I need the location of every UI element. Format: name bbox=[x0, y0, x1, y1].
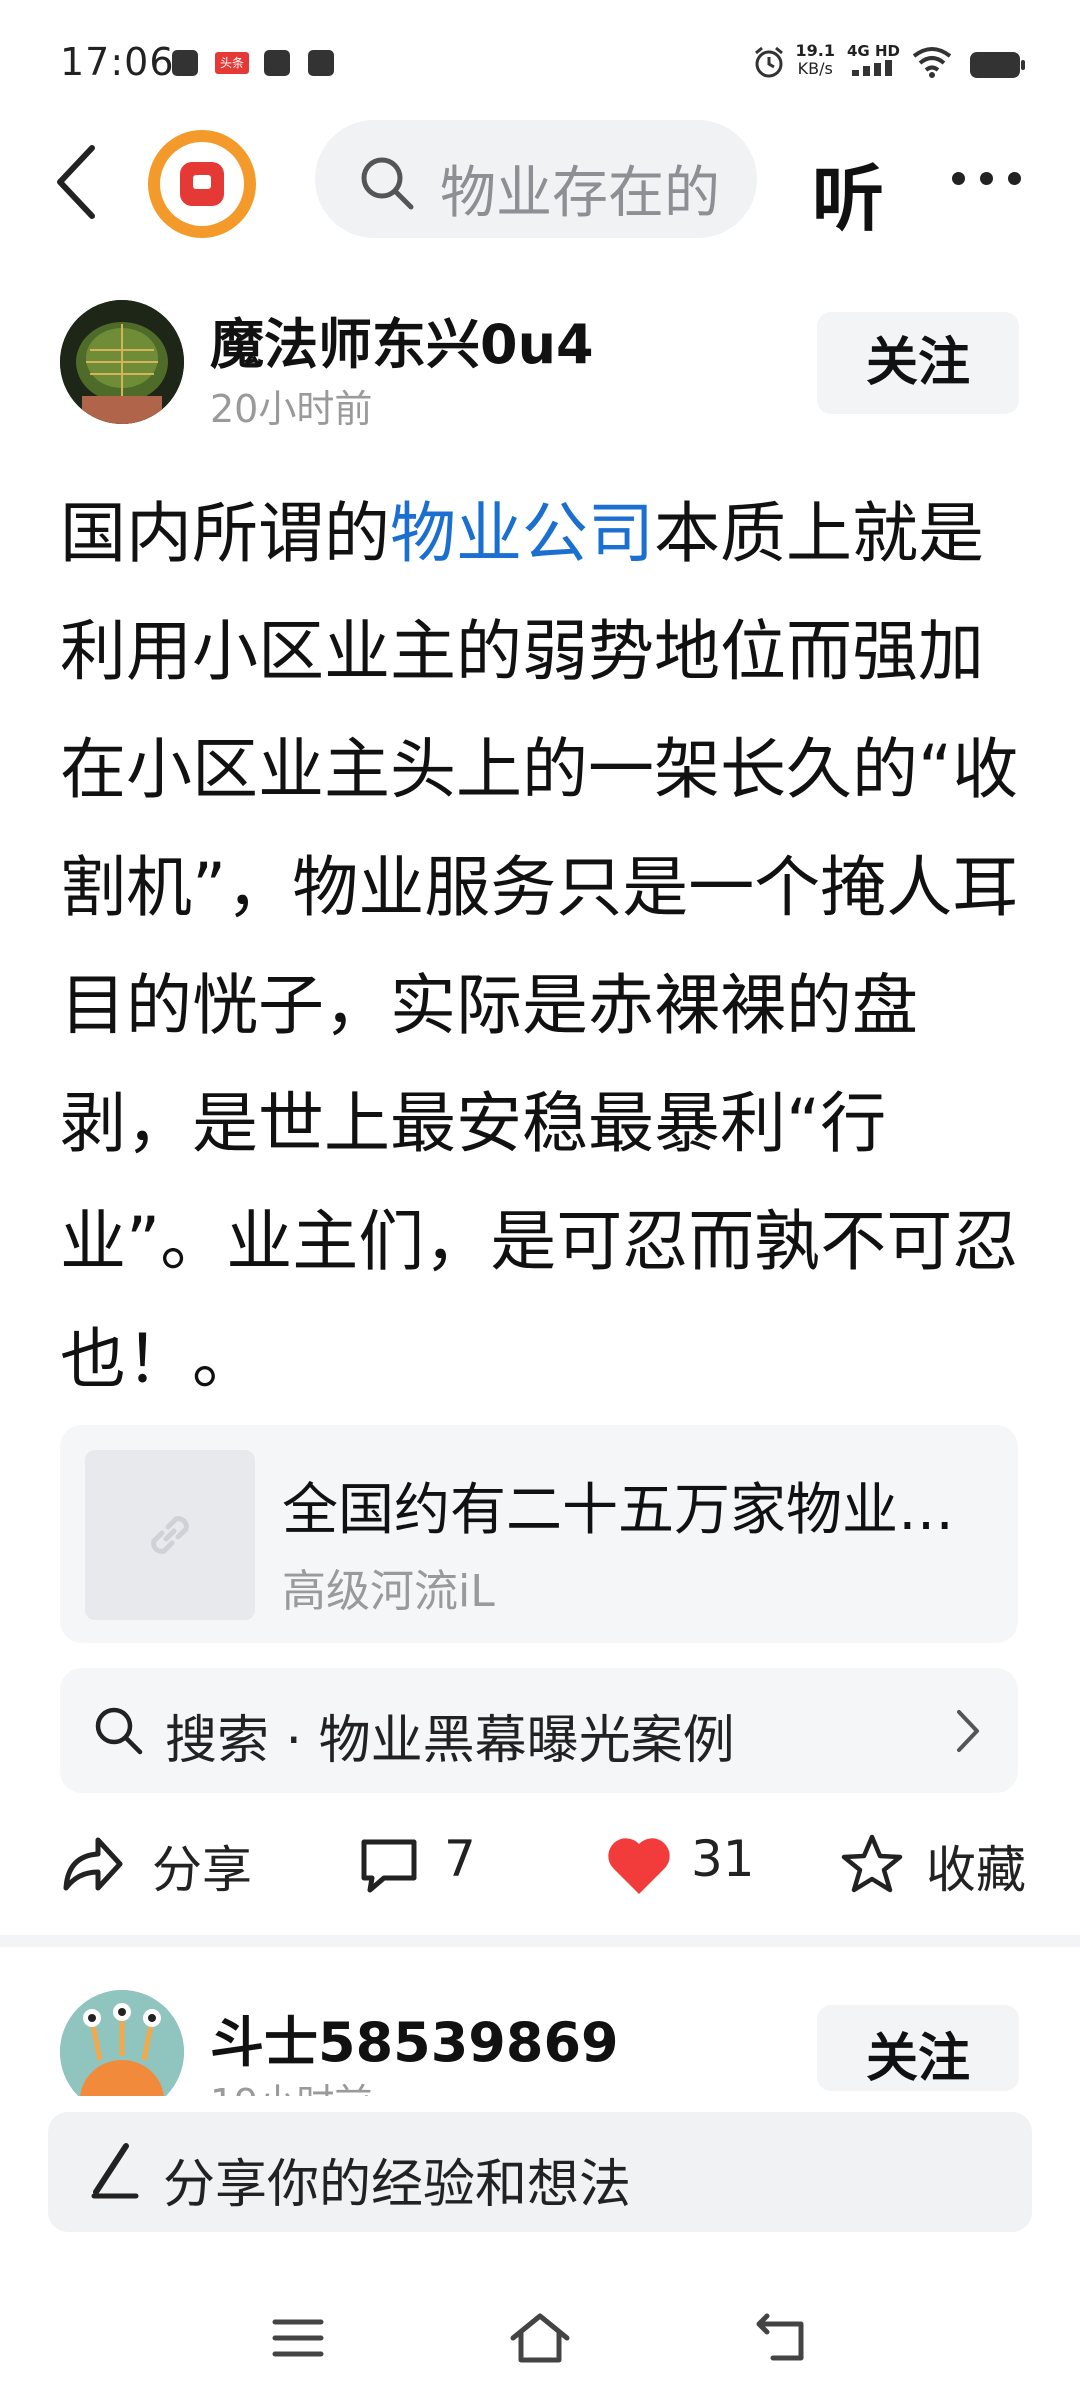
menu-nav-icon[interactable] bbox=[263, 2308, 333, 2368]
share-button[interactable]: 分享 bbox=[60, 1830, 260, 1900]
status-time: 17:06 bbox=[60, 40, 175, 84]
wifi-icon bbox=[912, 47, 952, 78]
second-author-name[interactable]: 斗士58539869 bbox=[210, 1998, 619, 2077]
message-notification-icon bbox=[264, 50, 290, 76]
content-text: 国内所谓的 bbox=[60, 495, 390, 572]
home-nav-icon[interactable] bbox=[505, 2308, 575, 2368]
back-nav-icon[interactable] bbox=[747, 2308, 817, 2368]
more-options-icon[interactable] bbox=[952, 172, 1022, 186]
pen-icon bbox=[91, 2143, 139, 2199]
signal-type: 4G HD bbox=[847, 42, 900, 80]
linked-article-card[interactable]: 全国约有二十五万家物业公司 高级河流iL bbox=[60, 1425, 1018, 1643]
comment-button[interactable]: 7 bbox=[358, 1830, 508, 1900]
search-icon bbox=[95, 1707, 143, 1755]
signal-bars-icon bbox=[851, 60, 892, 76]
follow-button[interactable]: 关注 bbox=[817, 312, 1019, 414]
chevron-right-icon bbox=[957, 1710, 979, 1752]
search-icon bbox=[361, 157, 414, 210]
link-thumbnail bbox=[85, 1450, 255, 1620]
toutiao-notification-icon: 头条 bbox=[215, 52, 249, 74]
cactus-avatar-image bbox=[60, 300, 184, 424]
share-icon bbox=[63, 1837, 123, 1891]
comment-icon bbox=[361, 1839, 417, 1893]
second-post-time: 19小时前 bbox=[210, 2072, 372, 2096]
author-avatar[interactable] bbox=[60, 300, 184, 424]
star-icon bbox=[841, 1834, 903, 1893]
favorite-label: 收藏 bbox=[926, 1841, 1026, 1899]
content-text: 本质上就是利用小区业主的弱势地位而强加在小区业主头上的一架长久的“收割机”，物业… bbox=[60, 495, 1019, 1398]
search-bar[interactable]: 物业存在的 bbox=[315, 120, 757, 238]
post-time: 20小时前 bbox=[210, 387, 373, 431]
like-button[interactable]: 31 bbox=[605, 1830, 765, 1900]
related-search-suggestion[interactable]: 搜索 · 物业黑幕曝光案例 bbox=[60, 1668, 1018, 1793]
link-icon bbox=[151, 1516, 189, 1554]
comment-count: 7 bbox=[444, 1830, 476, 1888]
notification-check-icon bbox=[172, 50, 198, 76]
heart-filled-icon bbox=[608, 1838, 670, 1894]
property-company-link[interactable]: 物业公司 bbox=[390, 495, 654, 572]
network-speed: 19.1 KB/s bbox=[795, 41, 835, 78]
post-divider bbox=[0, 1935, 1080, 1947]
battery-icon bbox=[970, 52, 1025, 78]
like-count: 31 bbox=[691, 1830, 755, 1888]
comment-composer[interactable]: 分享你的经验和想法 bbox=[48, 2112, 1032, 2232]
suggestion-text: 搜索 · 物业黑幕曝光案例 bbox=[165, 1711, 735, 1771]
back-arrow-icon[interactable] bbox=[52, 142, 102, 222]
link-card-title: 全国约有二十五万家物业公司 bbox=[282, 1478, 982, 1543]
author-name[interactable]: 魔法师东兴0u4 bbox=[210, 300, 594, 379]
link-card-author: 高级河流iL bbox=[282, 1566, 495, 1617]
favorite-button[interactable]: 收藏 bbox=[840, 1830, 1030, 1900]
listen-button[interactable]: 听 bbox=[812, 140, 884, 245]
share-label: 分享 bbox=[152, 1841, 252, 1899]
post-content: 国内所谓的物业公司本质上就是利用小区业主的弱势地位而强加在小区业主头上的一架长久… bbox=[60, 475, 1020, 1419]
search-placeholder: 物业存在的 bbox=[440, 161, 720, 226]
vivo-notification-icon bbox=[308, 50, 334, 76]
alarm-icon bbox=[755, 46, 783, 78]
second-follow-button[interactable]: 关注 bbox=[817, 2005, 1019, 2091]
red-packet-logo-icon[interactable] bbox=[148, 130, 256, 238]
composer-placeholder: 分享你的经验和想法 bbox=[163, 2155, 632, 2215]
